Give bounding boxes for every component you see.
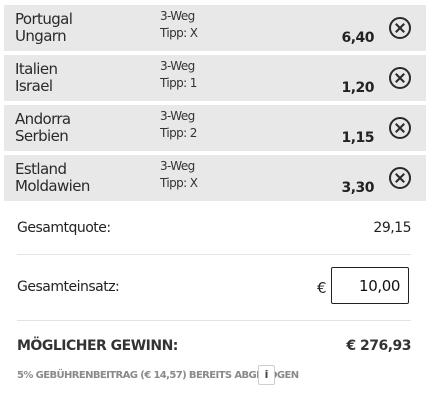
bet-item: Italien Israel 3-Weg Tipp: 1 1,20 xyxy=(4,55,426,101)
bet-tip: Tipp: X xyxy=(160,26,198,40)
possible-win-value: € 276,93 xyxy=(346,338,411,354)
close-circle-icon[interactable] xyxy=(389,67,411,89)
total-odds-value: 29,15 xyxy=(373,220,411,236)
away-team: Israel xyxy=(15,77,53,95)
home-team: Portugal xyxy=(15,10,73,28)
bet-market: 3-Weg xyxy=(160,109,195,123)
bet-tip: Tipp: 2 xyxy=(160,126,197,140)
bet-tip: Tipp: X xyxy=(160,176,198,190)
bet-odds: 6,40 xyxy=(341,30,374,46)
currency-symbol: € xyxy=(317,279,327,297)
home-team: Italien xyxy=(15,60,58,78)
bet-item: Estland Moldawien 3-Weg Tipp: X 3,30 xyxy=(4,155,426,201)
home-team: Andorra xyxy=(15,110,71,128)
stake-label: Gesamteinsatz: xyxy=(17,279,120,295)
divider xyxy=(17,254,411,255)
bet-market: 3-Weg xyxy=(160,59,195,73)
bet-market: 3-Weg xyxy=(160,9,195,23)
info-button[interactable]: i xyxy=(258,365,275,385)
divider xyxy=(17,320,411,321)
away-team: Moldawien xyxy=(15,177,90,195)
bet-item: Portugal Ungarn 3-Weg Tipp: X 6,40 xyxy=(4,5,426,51)
close-circle-icon[interactable] xyxy=(389,167,411,189)
bet-odds: 1,15 xyxy=(341,130,374,146)
bet-market: 3-Weg xyxy=(160,159,195,173)
bet-tip: Tipp: 1 xyxy=(160,76,197,90)
close-circle-icon[interactable] xyxy=(389,117,411,139)
stake-input[interactable] xyxy=(331,267,409,304)
close-circle-icon[interactable] xyxy=(389,17,411,39)
total-odds-label: Gesamtquote: xyxy=(17,220,111,236)
away-team: Ungarn xyxy=(15,27,67,45)
fee-note: 5% GEBÜHRENBEITRAG (€ 14,57) BEREITS ABG… xyxy=(17,370,299,381)
bet-item: Andorra Serbien 3-Weg Tipp: 2 1,15 xyxy=(4,105,426,151)
possible-win-label: MÖGLICHER GEWINN: xyxy=(17,338,178,354)
bet-odds: 3,30 xyxy=(341,180,374,196)
bet-odds: 1,20 xyxy=(341,80,374,96)
bet-slip: Portugal Ungarn 3-Weg Tipp: X 6,40 Itali… xyxy=(0,0,430,402)
home-team: Estland xyxy=(15,160,67,178)
away-team: Serbien xyxy=(15,127,69,145)
